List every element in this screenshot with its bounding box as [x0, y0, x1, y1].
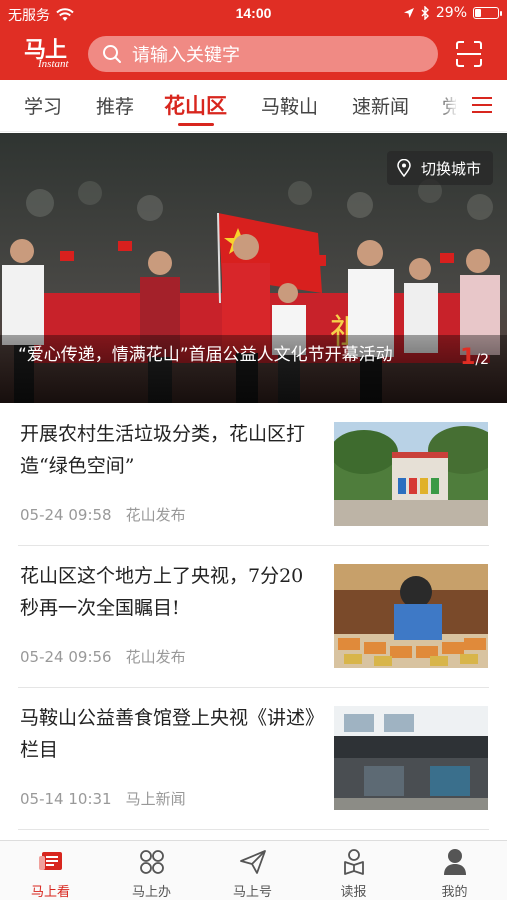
channel-tabs: 学习 推荐 花山区 马鞍山 速新闻 党	[0, 80, 507, 132]
logo-text-en: Instant	[38, 58, 69, 70]
channel-menu-button[interactable]	[456, 80, 507, 130]
menu-icon	[471, 97, 492, 113]
news-thumbnail	[334, 564, 488, 668]
nav-label: 马上办	[131, 885, 171, 900]
app-logo[interactable]: 马上 Instant	[22, 32, 82, 74]
carousel-page-current: 1	[460, 345, 476, 370]
tab-recommend[interactable]: 推荐	[96, 92, 134, 119]
reader-icon	[343, 849, 364, 875]
newspaper-icon	[38, 852, 62, 870]
location-pin-icon	[397, 159, 411, 177]
news-meta: 05-24 09:58 花山发布	[20, 504, 186, 525]
hero-caption: “爱心传递，情满花山”首届公益人文化节开幕活动	[18, 345, 393, 365]
news-title: 花山区这个地方上了央视，7分20秒再一次全国瞩目!	[20, 565, 304, 619]
tab-quick-news[interactable]: 速新闻	[352, 92, 409, 119]
status-bar: 无服务 14:00 29%	[0, 0, 507, 28]
nav-label: 我的	[441, 885, 468, 900]
battery-percent: 29%	[435, 5, 467, 21]
paper-plane-icon	[239, 850, 266, 874]
scan-icon[interactable]	[455, 40, 483, 68]
nav-label: 马上看	[30, 885, 70, 900]
switch-city-label: 切换城市	[420, 159, 481, 178]
news-source: 马上新闻	[125, 790, 186, 808]
location-arrow-icon	[403, 8, 414, 18]
carousel-page-total: /2	[475, 352, 489, 368]
nav-mashangkan[interactable]: 马上看	[0, 847, 101, 900]
search-bar[interactable]: 请输入关键字	[88, 36, 438, 72]
news-thumbnail	[334, 422, 488, 526]
news-divider	[18, 829, 489, 830]
news-meta: 05-14 10:31 马上新闻	[20, 788, 186, 809]
news-thumbnail	[334, 706, 488, 810]
nav-mashangban[interactable]: 马上办	[101, 847, 202, 900]
nav-label: 马上号	[232, 885, 272, 900]
tabs-fade	[438, 80, 458, 130]
carousel-pager: 1/2	[460, 345, 489, 370]
person-icon	[443, 849, 466, 875]
battery-icon	[473, 7, 502, 19]
nav-label: 读报	[340, 885, 367, 900]
tab-huashan[interactable]: 花山区	[164, 90, 227, 120]
news-meta: 05-24 09:56 花山发布	[20, 646, 186, 667]
news-time: 05-14 10:31	[20, 790, 112, 808]
news-time: 05-24 09:56	[20, 648, 112, 666]
nav-mashanghao[interactable]: 马上号	[202, 847, 303, 900]
news-item[interactable]: 马鞍山公益善食馆登上央视《讲述》栏目 05-14 10:31 马上新闻	[0, 688, 507, 830]
nav-dubao[interactable]: 读报	[303, 847, 404, 900]
battery-fill	[475, 9, 481, 17]
switch-city-button[interactable]: 切换城市	[386, 151, 493, 185]
hero-carousel[interactable]: 祖 切换城市 “爱心传递，情满花山”首届公益人文化节开幕活动 1/2	[0, 133, 507, 403]
news-item[interactable]: 开展农村生活垃圾分类，花山区打造“绿色空间” 05-24 09:58 花山发布	[0, 404, 507, 546]
news-time: 05-24 09:58	[20, 506, 112, 524]
tab-active-indicator	[178, 123, 214, 126]
bluetooth-icon	[421, 6, 429, 20]
news-title: 开展农村生活垃圾分类，花山区打造“绿色空间”	[20, 423, 306, 477]
news-item[interactable]: 花山区这个地方上了央视，7分20秒再一次全国瞩目! 05-24 09:56 花山发…	[0, 546, 507, 688]
news-source: 花山发布	[125, 648, 186, 666]
grid-flower-icon	[139, 850, 164, 874]
tab-maanshan[interactable]: 马鞍山	[261, 92, 318, 119]
search-input[interactable]: 请输入关键字	[132, 41, 240, 67]
tab-study[interactable]: 学习	[24, 92, 62, 119]
bottom-nav: 马上看 马上办 马上号 读报 我的	[0, 840, 507, 900]
search-icon	[103, 45, 121, 63]
app-header: 马上 Instant 请输入关键字	[0, 28, 507, 80]
status-right: 29%	[403, 5, 502, 21]
nav-wode[interactable]: 我的	[404, 847, 505, 900]
news-source: 花山发布	[125, 506, 186, 524]
news-title: 马鞍山公益善食馆登上央视《讲述》栏目	[20, 707, 315, 761]
